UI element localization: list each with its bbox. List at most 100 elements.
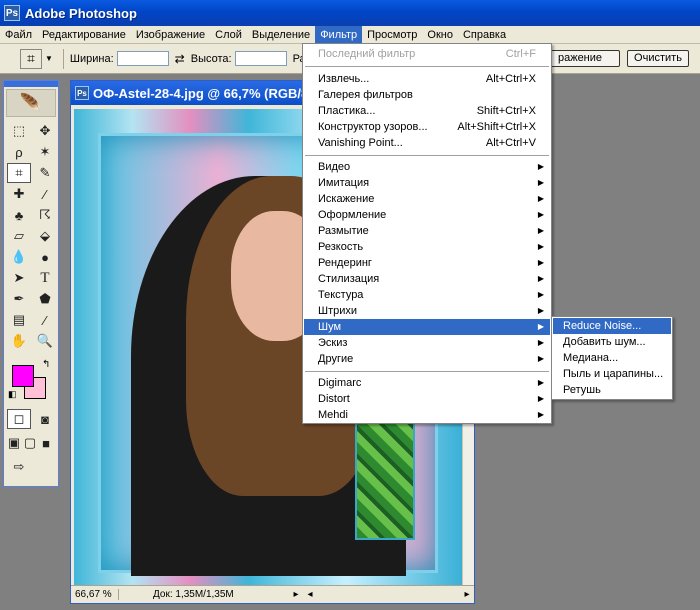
width-label: Ширина: xyxy=(69,52,114,65)
scroll-left-icon[interactable]: ◂ xyxy=(303,589,317,600)
menu-item-noise[interactable]: Шум ▶ xyxy=(304,319,550,335)
shortcut: Alt+Ctrl+X xyxy=(485,73,536,85)
eraser-icon[interactable]: ▱ xyxy=(7,226,31,246)
menu-item-video[interactable]: Видео ▶ xyxy=(304,159,550,175)
menu-item-label: Имитация xyxy=(318,177,370,189)
menu-edit[interactable]: Редактирование xyxy=(37,26,131,44)
divider xyxy=(305,371,549,372)
divider xyxy=(62,48,64,69)
menu-item-label: Стилизация xyxy=(318,273,380,285)
foreground-color-swatch[interactable] xyxy=(12,365,34,387)
menu-item-vanishing-point[interactable]: Vanishing Point... Alt+Ctrl+V xyxy=(304,135,550,151)
menu-item-dust-scratches[interactable]: Пыль и царапины... xyxy=(553,366,671,382)
submenu-arrow-icon: ▶ xyxy=(537,226,544,235)
menu-select[interactable]: Выделение xyxy=(247,26,315,44)
submenu-arrow-icon: ▶ xyxy=(537,274,544,283)
menu-view[interactable]: Просмотр xyxy=(362,26,422,44)
menu-item-liquify[interactable]: Пластика... Shift+Ctrl+X xyxy=(304,103,550,119)
submenu-arrow-icon: ▶ xyxy=(537,178,544,187)
menu-item-median[interactable]: Медиана... xyxy=(553,350,671,366)
filter-menu-dropdown: Последний фильтр Ctrl+F Извлечь... Alt+Ctr… xyxy=(302,43,552,424)
screen-mode-standard-icon[interactable]: ▣ xyxy=(7,433,21,453)
menu-image[interactable]: Изображение xyxy=(131,26,210,44)
paint-bucket-icon[interactable]: ⬙ xyxy=(33,226,57,246)
lasso-icon[interactable]: ρ xyxy=(7,142,31,162)
document-icon: Ps xyxy=(75,86,89,100)
screen-mode-full-icon[interactable]: ■ xyxy=(39,433,53,453)
path-selection-icon[interactable]: ➤ xyxy=(7,268,31,288)
healing-brush-icon[interactable]: ✚ xyxy=(7,184,31,204)
document-size: Док: 1,35M/1,35M xyxy=(153,589,234,600)
status-bar: 66,67 % Док: 1,35M/1,35M ▸ ◂ ▸ xyxy=(71,585,474,603)
screen-mode-maximized-icon[interactable]: ▢ xyxy=(23,433,37,453)
default-colors-icon[interactable]: ◧ xyxy=(8,389,17,400)
menu-item-brush-strokes[interactable]: Штрихи ▶ xyxy=(304,303,550,319)
quick-mask-icon[interactable]: ◙ xyxy=(33,409,57,429)
screen-modes: ▣ ▢ ■ xyxy=(4,431,58,455)
clear-button[interactable]: Очистить xyxy=(627,50,689,67)
shape-icon[interactable]: ⬟ xyxy=(33,289,57,309)
magic-wand-icon[interactable]: ✶ xyxy=(33,142,57,162)
menu-item-extract[interactable]: Извлечь... Alt+Ctrl+X xyxy=(304,71,550,87)
scroll-right-icon[interactable]: ▸ xyxy=(460,589,474,600)
menu-item-blur[interactable]: Размытие ▶ xyxy=(304,223,550,239)
menu-item-pattern-maker[interactable]: Конструктор узоров... Alt+Shift+Ctrl+X xyxy=(304,119,550,135)
submenu-arrow-icon: ▶ xyxy=(537,378,544,387)
zoom-level[interactable]: 66,67 % xyxy=(71,589,119,600)
menu-item-sharpen[interactable]: Резкость ▶ xyxy=(304,239,550,255)
menu-item-other[interactable]: Другие ▶ xyxy=(304,351,550,367)
submenu-arrow-icon: ▶ xyxy=(537,322,544,331)
width-field[interactable] xyxy=(116,51,169,66)
move-icon[interactable]: ✥ xyxy=(33,121,57,141)
menu-item-stylize[interactable]: Стилизация ▶ xyxy=(304,271,550,287)
menu-item-sketch[interactable]: Эскиз ▶ xyxy=(304,335,550,351)
marquee-icon[interactable]: ⬚ xyxy=(7,121,31,141)
menu-item-texture[interactable]: Текстура ▶ xyxy=(304,287,550,303)
toolbox-header[interactable] xyxy=(4,81,58,87)
feather-icon[interactable]: 🪶 xyxy=(6,89,56,117)
menu-window[interactable]: Окно xyxy=(422,26,458,44)
menu-item-distort-plugin[interactable]: Distort ▶ xyxy=(304,391,550,407)
divider xyxy=(305,155,549,156)
menu-file[interactable]: Файл xyxy=(0,26,37,44)
photoshop-logo-icon: Ps xyxy=(4,5,20,21)
swap-icon[interactable]: ⇄ xyxy=(175,52,185,66)
standard-mode-icon[interactable]: ◻ xyxy=(7,409,31,429)
slice-icon[interactable]: ✎ xyxy=(33,163,57,183)
menu-item-render[interactable]: Рендеринг ▶ xyxy=(304,255,550,271)
notes-icon[interactable]: ▤ xyxy=(7,310,31,330)
front-image-button[interactable]: ражение xyxy=(540,50,620,67)
height-field[interactable] xyxy=(234,51,287,66)
menu-filter[interactable]: Фильтр xyxy=(315,25,363,44)
blur-icon[interactable]: 💧 xyxy=(7,247,31,267)
brush-icon[interactable]: ⁄ xyxy=(33,184,57,204)
imageready-icon[interactable]: ⇨ xyxy=(7,457,31,477)
dodge-icon[interactable]: ● xyxy=(33,247,57,267)
clone-stamp-icon[interactable]: ♣ xyxy=(7,205,31,225)
submenu-arrow-icon: ▶ xyxy=(537,194,544,203)
menu-item-distort[interactable]: Искажение ▶ xyxy=(304,191,550,207)
menu-item-digimarc[interactable]: Digimarc ▶ xyxy=(304,375,550,391)
menu-item-design[interactable]: Оформление ▶ xyxy=(304,207,550,223)
menu-item-artistic[interactable]: Имитация ▶ xyxy=(304,175,550,191)
menu-help[interactable]: Справка xyxy=(458,26,511,44)
pen-icon[interactable]: ✒ xyxy=(7,289,31,309)
menu-item-add-noise[interactable]: Добавить шум... xyxy=(553,334,671,350)
hand-icon[interactable]: ✋ xyxy=(7,331,31,351)
swap-colors-icon[interactable]: ↰ xyxy=(42,359,50,370)
crop-tool-preset-icon[interactable]: ⌗ xyxy=(20,48,42,69)
chevron-down-icon[interactable]: ▼ xyxy=(45,54,53,63)
menu-item-reduce-noise[interactable]: Reduce Noise... xyxy=(553,318,671,334)
history-brush-icon[interactable]: ☈ xyxy=(33,205,57,225)
menu-item-mehdi[interactable]: Mehdi ▶ xyxy=(304,407,550,423)
menu-layer[interactable]: Слой xyxy=(210,26,247,44)
menu-item-label: Галерея фильтров xyxy=(318,89,413,101)
type-icon[interactable]: T xyxy=(33,268,57,288)
status-menu-arrow-icon[interactable]: ▸ xyxy=(289,589,303,600)
crop-icon[interactable]: ⌗ xyxy=(7,163,31,183)
menu-item-despeckle[interactable]: Ретушь xyxy=(553,382,671,398)
menu-item-filter-gallery[interactable]: Галерея фильтров xyxy=(304,87,550,103)
menu-item-label: Штрихи xyxy=(318,305,358,317)
eyedropper-icon[interactable]: ⁄ xyxy=(33,310,57,330)
zoom-icon[interactable]: 🔍 xyxy=(33,331,57,351)
